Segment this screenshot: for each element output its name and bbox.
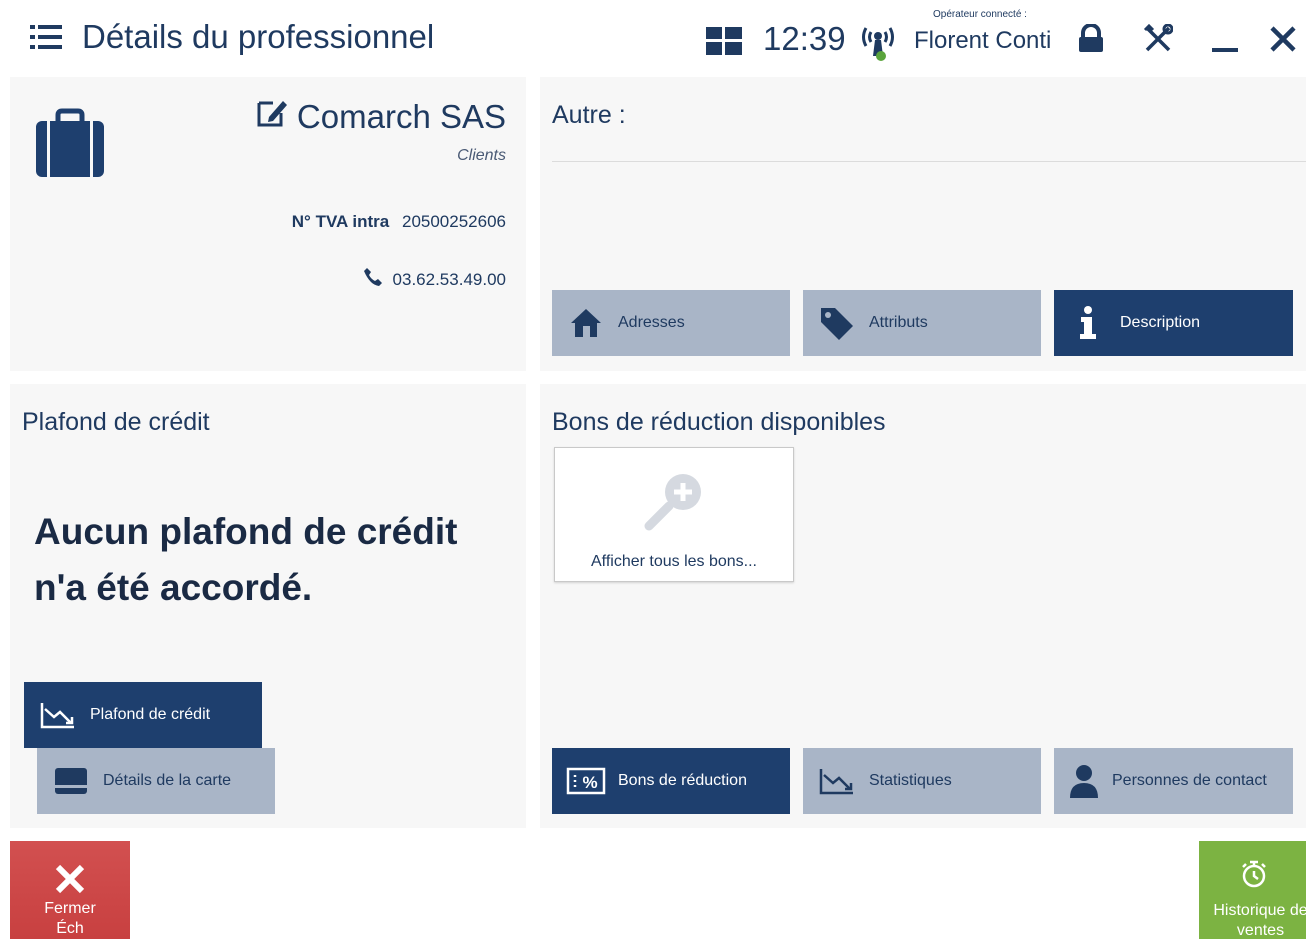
customer-type: Clients: [457, 147, 506, 164]
home-icon: [566, 307, 606, 339]
tab-label: Adresses: [618, 314, 685, 331]
close-label-line1: Fermer: [44, 900, 96, 917]
tab-attributs[interactable]: Attributs: [803, 290, 1041, 356]
menu-icon[interactable]: [30, 24, 62, 52]
tab-label: Personnes de contact: [1112, 772, 1267, 789]
percent-icon: %: [566, 767, 606, 795]
tab-adresses[interactable]: Adresses: [552, 290, 790, 356]
close-label-line2: Éch: [56, 920, 84, 937]
close-icon: [54, 863, 86, 898]
other-title: Autre :: [552, 101, 626, 129]
history-timer-icon: [1240, 859, 1268, 892]
vouchers-panel: Bons de réduction disponibles Afficher t…: [540, 384, 1306, 828]
vat-row: N° TVA intra 20500252606: [292, 212, 506, 232]
card-icon: [51, 767, 91, 795]
tab-label: Plafond de crédit: [90, 706, 211, 723]
credit-message: Aucun plafond de crédit n'a été accordé.: [34, 504, 514, 616]
vat-label: N° TVA intra: [291, 212, 390, 231]
operator-name: Florent Conti: [914, 27, 1052, 54]
page-title: Détails du professionnel: [82, 18, 435, 55]
phone-number: 03.62.53.49.00: [392, 269, 506, 289]
operator-label: Opérateur connecté :: [933, 9, 1027, 20]
chart-down-icon: [38, 701, 78, 729]
minimize-icon: [1210, 42, 1240, 57]
svg-text:%: %: [582, 773, 597, 792]
clock-time: 12:39: [763, 20, 846, 57]
tab-bons-reduction[interactable]: % Bons de réduction: [552, 748, 790, 814]
close-label: Fermer Éch: [10, 899, 130, 939]
chart-down-icon: [817, 767, 857, 795]
tab-label: Description: [1120, 314, 1201, 331]
tab-statistiques[interactable]: Statistiques: [803, 748, 1041, 814]
tools-button[interactable]: [1143, 23, 1174, 57]
credit-title: Plafond de crédit: [22, 408, 210, 436]
tab-personnes-contact[interactable]: Personnes de contact: [1054, 748, 1293, 814]
person-icon: [1064, 764, 1104, 798]
company-name: Comarch SAS: [296, 98, 506, 135]
divider: [552, 161, 1306, 162]
history-label: Historique de ventes: [1203, 901, 1306, 939]
company-name-row: Comarch SAS: [255, 97, 506, 137]
lock-button[interactable]: [1076, 23, 1106, 57]
other-panel: Autre : Adresses Attributs Description: [540, 77, 1306, 371]
tab-label: Statistiques: [869, 772, 952, 789]
credit-message-line1: Aucun plafond de crédit: [34, 511, 458, 552]
edit-document-icon[interactable]: [255, 97, 289, 137]
connection-status-icon: [860, 22, 896, 67]
windows-grid-icon[interactable]: [706, 27, 742, 60]
credit-panel: Plafond de crédit Aucun plafond de crédi…: [10, 384, 526, 828]
phone-row: 03.62.53.49.00: [363, 267, 506, 292]
tab-label: Attributs: [869, 314, 928, 331]
close-button[interactable]: Fermer Éch: [10, 841, 130, 939]
tab-label: Détails de la carte: [103, 772, 232, 789]
briefcase-icon: [36, 107, 104, 182]
sales-history-button[interactable]: Historique de ventes: [1199, 841, 1306, 939]
info-icon: [1068, 306, 1108, 340]
minimize-button[interactable]: [1210, 24, 1240, 57]
tab-plafond-credit[interactable]: Plafond de crédit: [24, 682, 262, 748]
lock-icon: [1076, 23, 1106, 57]
vouchers-title: Bons de réduction disponibles: [552, 408, 886, 436]
credit-message-line2: n'a été accordé.: [34, 567, 313, 608]
tab-description[interactable]: Description: [1054, 290, 1293, 356]
show-all-vouchers-tile[interactable]: Afficher tous les bons...: [554, 447, 794, 582]
history-label-line2: ventes: [1236, 922, 1285, 939]
close-icon: [1268, 26, 1298, 57]
close-window-button[interactable]: [1268, 24, 1298, 57]
history-label-line1: Historique de: [1213, 902, 1306, 919]
tools-icon: [1143, 23, 1174, 57]
customer-panel: Comarch SAS Clients N° TVA intra 2050025…: [10, 77, 526, 371]
header-bar: Détails du professionnel 12:39 Opérateur…: [0, 0, 1306, 80]
tag-icon: [817, 306, 857, 340]
zoom-in-icon: [639, 468, 709, 543]
tab-label: Bons de réduction: [618, 772, 747, 789]
tab-details-carte[interactable]: Détails de la carte: [37, 748, 275, 814]
vat-value: 20500252606: [401, 212, 506, 231]
show-all-vouchers-label: Afficher tous les bons...: [590, 553, 757, 570]
phone-icon: [363, 267, 383, 292]
